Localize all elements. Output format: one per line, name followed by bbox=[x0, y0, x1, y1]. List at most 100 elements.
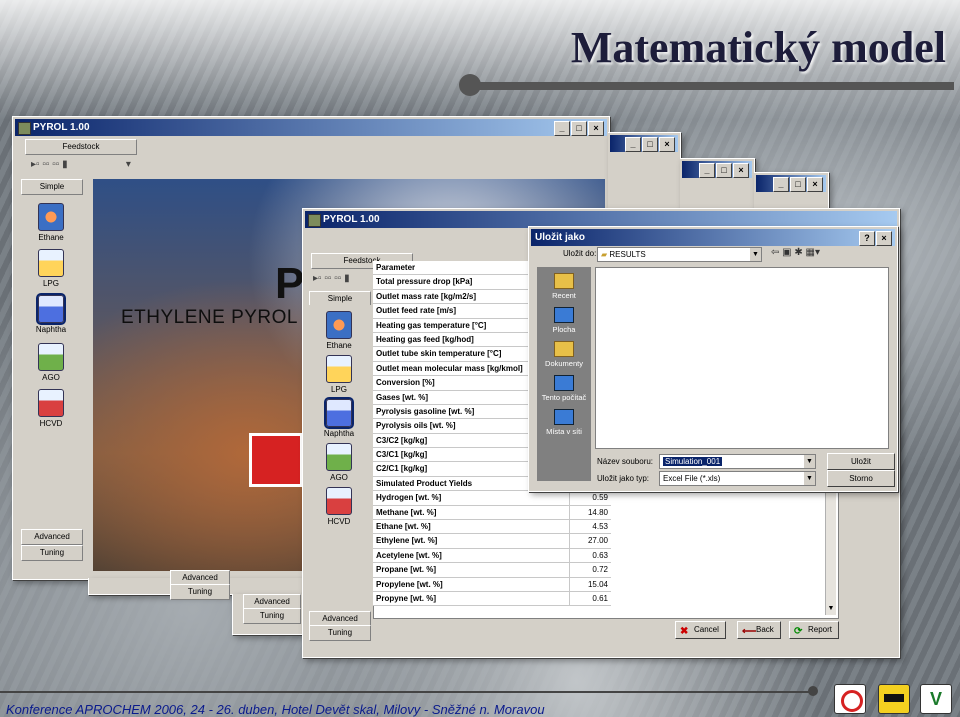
feedstock-lpg[interactable]: LPG bbox=[309, 355, 369, 394]
back-button[interactable]: ⟵ Back bbox=[737, 621, 781, 639]
refresh-icon: ⟳ bbox=[794, 626, 803, 637]
network-icon bbox=[554, 409, 574, 425]
file-list[interactable] bbox=[595, 267, 889, 449]
filename-label: Název souboru: bbox=[597, 457, 654, 466]
place-desktop[interactable]: Plocha bbox=[537, 307, 591, 334]
splash-subtitle: ETHYLENE PYROL bbox=[121, 307, 298, 328]
feedstock-tab[interactable]: Feedstock bbox=[25, 139, 137, 155]
maximize-button[interactable]: □ bbox=[716, 163, 732, 178]
save-button[interactable]: Uložit bbox=[827, 453, 895, 470]
feedstock-naphtha[interactable]: Naphtha bbox=[21, 293, 81, 334]
chevron-down-icon: ▼ bbox=[804, 455, 815, 468]
feedstock-hcvd[interactable]: HCVD bbox=[309, 487, 369, 526]
help-button[interactable]: ? bbox=[859, 231, 875, 246]
footer-rule bbox=[0, 691, 810, 693]
cancel-icon: ✖ bbox=[680, 626, 689, 637]
table-row: Ethane [wt. %] 4.53 bbox=[373, 520, 611, 535]
place-computer[interactable]: Tento počítač bbox=[537, 375, 591, 402]
window-title: PYROL 1.00 bbox=[323, 214, 380, 225]
feedstock-lpg[interactable]: LPG bbox=[21, 249, 81, 288]
close-button[interactable]: × bbox=[876, 231, 892, 246]
filetype-label: Uložit jako typ: bbox=[597, 474, 650, 483]
row-value: 0.61 bbox=[592, 593, 608, 603]
close-button[interactable]: × bbox=[807, 177, 823, 192]
dialog-toolbar-icons[interactable]: ⇦ ▣ ✱ ▦▾ bbox=[771, 247, 820, 258]
company-logo-yellow bbox=[878, 684, 910, 714]
feedstock-naphtha[interactable]: Naphtha bbox=[309, 397, 369, 438]
table-row: Acetylene [wt. %] 0.63 bbox=[373, 548, 611, 564]
maximize-button[interactable]: □ bbox=[571, 121, 587, 136]
back-arrow-icon: ⟵ bbox=[742, 626, 757, 637]
row-label: Acetylene [wt. %] bbox=[373, 548, 570, 563]
app-icon bbox=[18, 122, 31, 135]
app-icon bbox=[308, 214, 321, 227]
cancel-button[interactable]: Storno bbox=[827, 470, 895, 487]
feedstock-ago[interactable]: AGO bbox=[21, 343, 81, 382]
tuning-tab[interactable]: Tuning bbox=[243, 608, 301, 624]
filetype-select[interactable]: Excel File (*.xls) ▼ bbox=[659, 471, 816, 486]
row-label: Ethane [wt. %] bbox=[373, 520, 570, 534]
save-in-select[interactable]: ▰ RESULTS ▼ bbox=[597, 247, 762, 262]
company-logo bbox=[249, 433, 303, 487]
feedstock-ethane[interactable]: Ethane bbox=[309, 311, 369, 350]
table-row: Propane [wt. %] 0.72 bbox=[373, 563, 611, 578]
computer-icon bbox=[554, 375, 574, 391]
ethane-icon bbox=[326, 311, 352, 339]
minimize-button[interactable]: _ bbox=[773, 177, 789, 192]
chevron-down-icon: ▼ bbox=[804, 472, 815, 485]
close-button[interactable]: × bbox=[588, 121, 604, 136]
scroll-down-icon[interactable]: ▼ bbox=[826, 605, 836, 615]
flask-icon bbox=[38, 343, 64, 371]
row-value: 27.00 bbox=[587, 536, 608, 546]
desktop-icon bbox=[554, 307, 574, 323]
row-value: 14.80 bbox=[587, 507, 608, 517]
close-button[interactable]: × bbox=[659, 137, 675, 152]
row-value: 0.72 bbox=[592, 565, 608, 575]
folder-icon: ▰ bbox=[601, 250, 608, 259]
row-value: 15.04 bbox=[587, 579, 608, 589]
flask-icon bbox=[38, 249, 64, 277]
place-recent[interactable]: Recent bbox=[537, 273, 591, 300]
table-row: Hydrogen [wt. %] 0.59 bbox=[373, 491, 611, 506]
flask-icon bbox=[326, 443, 352, 471]
feedstock-ethane[interactable]: Ethane bbox=[21, 203, 81, 242]
row-label: Ethylene [wt. %] bbox=[373, 534, 570, 548]
feedstock-sidebar: Ethane LPG Naphtha AGO HCVD bbox=[309, 305, 371, 611]
table-row: Propyne [wt. %] 0.61 bbox=[373, 591, 611, 607]
row-value: 0.59 bbox=[592, 493, 608, 503]
company-logo-red bbox=[834, 684, 866, 714]
dialog-title: Uložit jako bbox=[535, 232, 586, 243]
cancel-button[interactable]: ✖ Cancel bbox=[675, 621, 726, 639]
row-value: 4.53 bbox=[592, 522, 608, 532]
save-in-label: Uložit do: bbox=[563, 249, 597, 258]
close-button[interactable]: × bbox=[733, 163, 749, 178]
filename-input[interactable]: Simulation_001 ▼ bbox=[659, 454, 816, 469]
place-documents[interactable]: Dokumenty bbox=[537, 341, 591, 368]
footer-text: Konference APROCHEM 2006, 24 - 26. duben… bbox=[6, 702, 545, 717]
feedstock-hcvd[interactable]: HCVD bbox=[21, 389, 81, 428]
minimize-button[interactable]: _ bbox=[699, 163, 715, 178]
maximize-button[interactable]: □ bbox=[642, 137, 658, 152]
save-as-dialog: Uložit jako ? × Uložit do: ▰ RESULTS ▼ ⇦… bbox=[528, 226, 898, 492]
splash-title: P bbox=[275, 259, 305, 308]
simple-tab[interactable]: Simple bbox=[21, 179, 83, 195]
feedstock-ago[interactable]: AGO bbox=[309, 443, 369, 482]
advanced-tab[interactable]: Advanced bbox=[21, 529, 83, 545]
minimize-button[interactable]: _ bbox=[554, 121, 570, 136]
table-row: Ethylene [wt. %] 27.00 bbox=[373, 534, 611, 549]
tuning-tab[interactable]: Tuning bbox=[170, 584, 230, 600]
places-bar: Recent Plocha Dokumenty Tento počítač Mí… bbox=[537, 267, 591, 481]
row-label: Propyne [wt. %] bbox=[373, 591, 570, 606]
row-value: 0.63 bbox=[592, 550, 608, 560]
dialog-titlebar: Uložit jako ? × bbox=[531, 229, 895, 246]
place-network[interactable]: Místa v síti bbox=[537, 409, 591, 436]
tuning-tab[interactable]: Tuning bbox=[21, 545, 83, 561]
table-row: Methane [wt. %] 14.80 bbox=[373, 505, 611, 521]
maximize-button[interactable]: □ bbox=[790, 177, 806, 192]
minimize-button[interactable]: _ bbox=[625, 137, 641, 152]
feedstock-sidebar: Ethane LPG Naphtha AGO HCVD bbox=[21, 195, 83, 525]
title-rule bbox=[470, 82, 954, 90]
tuning-tab[interactable]: Tuning bbox=[309, 625, 371, 641]
company-logo-green: V bbox=[920, 684, 952, 714]
report-button[interactable]: ⟳ Report bbox=[789, 621, 840, 639]
